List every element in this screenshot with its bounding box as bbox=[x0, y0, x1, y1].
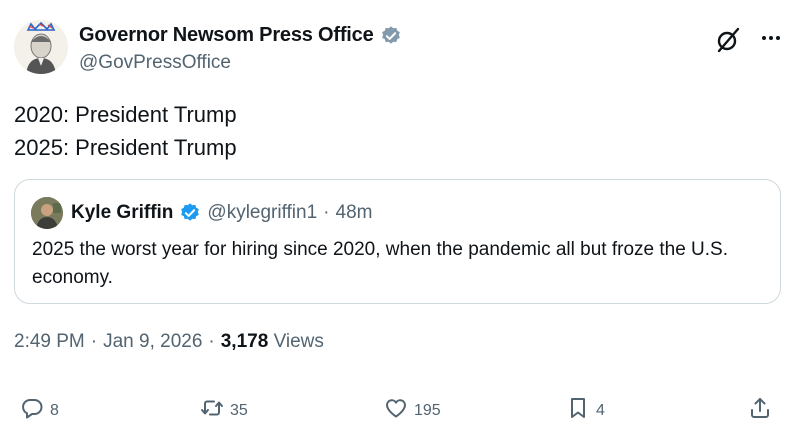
separator-dot: · bbox=[323, 202, 330, 223]
author-name-row: Governor Newsom Press Office bbox=[79, 24, 402, 47]
reply-button[interactable]: 8 bbox=[20, 396, 59, 425]
tweet-meta: 2:49 PM · Jan 9, 2026 · 3,178 Views bbox=[14, 331, 324, 353]
share-button[interactable] bbox=[748, 396, 772, 425]
quoted-timestamp: 48m bbox=[335, 202, 373, 223]
reply-count: 8 bbox=[50, 401, 59, 419]
tweet-line: 2025: President Trump bbox=[14, 135, 237, 160]
like-count: 195 bbox=[414, 401, 441, 419]
reply-icon bbox=[20, 396, 44, 425]
action-bar: 8 35 195 4 bbox=[14, 396, 786, 428]
tweet-text: 2020: President Trump 2025: President Tr… bbox=[14, 98, 237, 164]
repost-count: 35 bbox=[230, 401, 248, 419]
separator-dot: · bbox=[208, 331, 215, 352]
author-display-name[interactable]: Governor Newsom Press Office bbox=[79, 24, 374, 47]
quoted-handle: @kylegriffin1 bbox=[207, 202, 318, 223]
author-handle[interactable]: @GovPressOffice bbox=[79, 52, 231, 74]
repost-button[interactable]: 35 bbox=[200, 396, 248, 425]
quoted-tweet[interactable]: Kyle Griffin @kylegriffin1 · 48m 2025 th… bbox=[14, 179, 781, 304]
views-label: Views bbox=[273, 331, 324, 352]
quoted-text: 2025 the worst year for hiring since 202… bbox=[32, 239, 729, 288]
quoted-display-name: Kyle Griffin bbox=[71, 202, 174, 223]
like-button[interactable]: 195 bbox=[384, 396, 441, 425]
post-date[interactable]: Jan 9, 2026 bbox=[103, 331, 202, 353]
quoted-header: Kyle Griffin @kylegriffin1 · 48m bbox=[71, 202, 372, 224]
repost-icon bbox=[200, 396, 224, 425]
separator-dot: · bbox=[90, 331, 98, 352]
grok-icon[interactable] bbox=[714, 26, 742, 54]
verified-badge-icon bbox=[179, 202, 201, 224]
views-count: 3,178 bbox=[220, 331, 269, 352]
bookmark-icon bbox=[566, 396, 590, 425]
bookmark-button[interactable]: 4 bbox=[566, 396, 605, 425]
share-icon bbox=[748, 396, 772, 425]
author-avatar[interactable] bbox=[14, 20, 68, 74]
more-icon[interactable] bbox=[756, 24, 786, 54]
tweet-line: 2020: President Trump bbox=[14, 102, 237, 127]
quoted-author-avatar bbox=[31, 197, 63, 229]
verified-badge-icon bbox=[380, 25, 402, 47]
post-time[interactable]: 2:49 PM bbox=[14, 331, 85, 353]
bookmark-count: 4 bbox=[596, 401, 605, 419]
heart-icon bbox=[384, 396, 408, 425]
tweet-header: Governor Newsom Press Office @GovPressOf… bbox=[14, 20, 786, 80]
